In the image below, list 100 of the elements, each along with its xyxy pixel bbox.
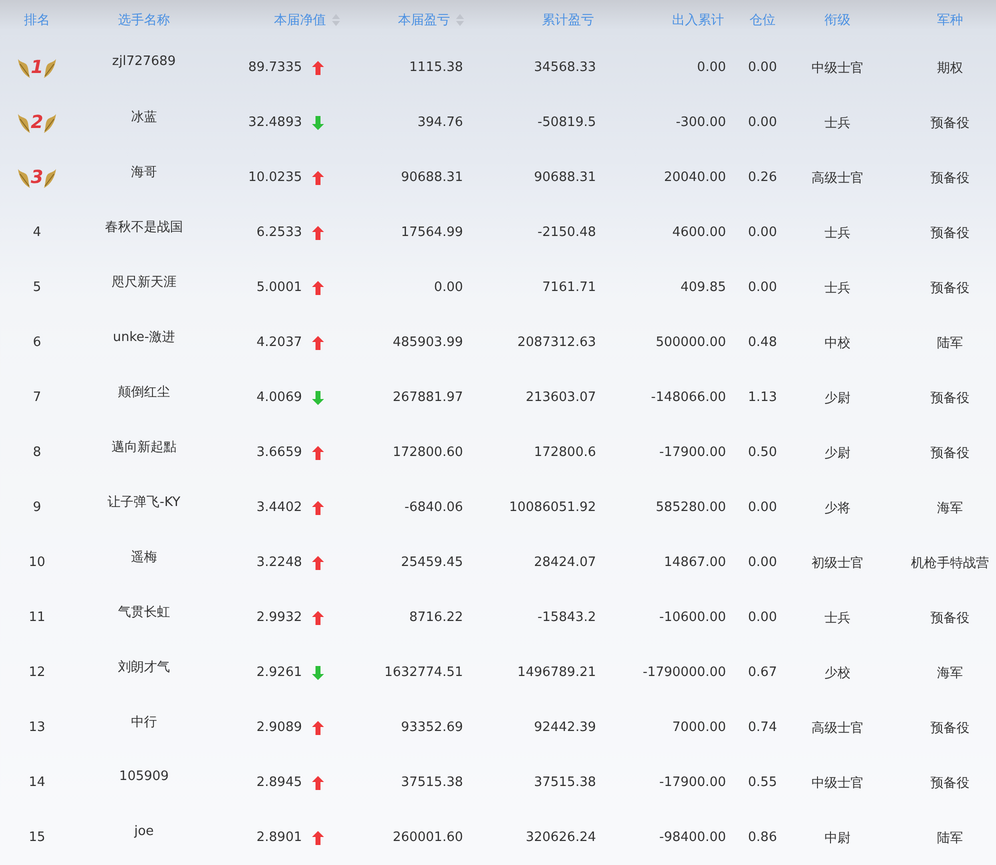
- table-cell: -15843.2: [538, 610, 596, 625]
- column-header[interactable]: 本届盈亏: [398, 11, 450, 29]
- player-name: 刘朗才气: [118, 658, 170, 676]
- player-name: 海哥: [131, 164, 157, 180]
- column-header[interactable]: 本届净值: [274, 11, 326, 29]
- table-cell-text: 预备役: [930, 170, 970, 186]
- table-cell-text: 中尉: [824, 830, 850, 846]
- table-cell: 90688.31: [400, 170, 463, 185]
- column-header: 累计盈亏: [542, 12, 594, 29]
- net-value: 2.9089: [256, 720, 302, 735]
- table-cell: -2150.48: [538, 225, 596, 240]
- table-cell: 0.00: [434, 280, 463, 295]
- net-value: 10.0235: [248, 170, 302, 185]
- table-cell-text: 陆军: [937, 830, 963, 846]
- table-cell: -17900.00: [659, 445, 726, 460]
- table-cell: 10086051.92: [509, 500, 596, 515]
- table-cell: 0.48: [748, 335, 777, 350]
- net-value: 4.2037: [256, 335, 302, 350]
- table-cell-text: 高级士官: [812, 720, 864, 736]
- table-cell-text: 预备役: [930, 390, 970, 406]
- rank-number: 12: [28, 665, 46, 680]
- table-cell-text: 海军: [937, 500, 963, 516]
- player-name: 春秋不是战国: [105, 218, 183, 236]
- net-value: 89.7335: [248, 60, 302, 75]
- table-cell: 0.00: [748, 60, 777, 75]
- table-cell: -1790000.00: [642, 665, 726, 680]
- net-value: 2.9261: [256, 665, 302, 680]
- table-cell: 92442.39: [534, 720, 596, 735]
- table-cell-text: 初级士官: [812, 554, 864, 572]
- table-cell: 320626.24: [526, 830, 596, 845]
- player-name: 冰蓝: [131, 108, 157, 126]
- sort-icon[interactable]: [456, 14, 464, 26]
- table-cell: 90688.31: [534, 170, 596, 185]
- table-cell: 37515.38: [534, 775, 596, 790]
- table-cell: 0.00: [748, 500, 777, 515]
- table-cell: 93352.69: [400, 720, 463, 735]
- table-cell: 17564.99: [400, 225, 463, 240]
- table-cell-text: 高级士官: [812, 170, 864, 186]
- table-cell: 0.00: [697, 60, 726, 75]
- player-name: 气贯长虹: [118, 604, 170, 620]
- table-cell: 14867.00: [664, 555, 726, 570]
- rank-number: 2: [30, 114, 44, 132]
- player-name: 105909: [119, 769, 169, 784]
- column-header: 选手名称: [118, 12, 170, 29]
- column-header: 仓位: [750, 12, 776, 29]
- table-cell: 34568.33: [534, 60, 596, 75]
- net-value: 2.9932: [256, 610, 302, 625]
- player-name: unke-激进: [112, 328, 176, 346]
- table-cell: 8716.22: [409, 610, 463, 625]
- column-header: 军种: [937, 12, 963, 29]
- table-cell-text: 预备役: [930, 774, 970, 792]
- net-value: 2.8901: [256, 830, 302, 845]
- table-cell-text: 中级士官: [812, 774, 864, 792]
- player-name: 邁向新起點: [112, 438, 176, 456]
- table-cell-text: 陆军: [937, 334, 963, 352]
- table-cell: 20040.00: [664, 170, 726, 185]
- table-cell: 0.50: [748, 445, 777, 460]
- table-cell: 0.86: [748, 830, 777, 845]
- table-cell: 28424.07: [534, 555, 596, 570]
- net-value: 3.2248: [256, 555, 302, 570]
- table-cell: 0.00: [748, 115, 777, 130]
- table-cell: 37515.38: [400, 775, 463, 790]
- player-name: 让子弹飞-KY: [108, 494, 180, 510]
- player-name: joe: [134, 824, 154, 839]
- table-cell-text: 士兵: [824, 280, 850, 296]
- table-cell: -10600.00: [659, 610, 726, 625]
- player-name: 中行: [131, 714, 157, 730]
- table-cell: 0.67: [748, 665, 777, 680]
- rank-number: 5: [32, 280, 42, 295]
- table-cell-text: 海军: [937, 664, 963, 682]
- table-cell-text: 期权: [937, 60, 963, 76]
- table-cell: 1115.38: [409, 60, 463, 75]
- table-cell: 7161.71: [542, 280, 596, 295]
- table-cell: -6840.06: [404, 500, 463, 515]
- table-cell: 0.55: [748, 775, 777, 790]
- table-cell-text: 预备役: [930, 720, 970, 736]
- net-value: 2.8945: [256, 775, 302, 790]
- table-cell-text: 预备役: [930, 280, 970, 296]
- table-cell: -300.00: [676, 115, 726, 130]
- player-name: zjl727689: [112, 54, 176, 69]
- table-cell: 0.26: [748, 170, 777, 185]
- rank-number: 14: [28, 775, 46, 790]
- table-cell: 172800.6: [534, 445, 596, 460]
- table-cell: 0.00: [748, 225, 777, 240]
- rank-number: 8: [32, 445, 42, 460]
- table-cell: -50819.5: [538, 115, 596, 130]
- sort-icon[interactable]: [332, 14, 340, 26]
- table-cell-text: 机枪手特战营: [911, 554, 989, 572]
- table-cell: 0.74: [748, 720, 777, 735]
- rank-number: 15: [28, 830, 46, 845]
- rank-number: 9: [32, 500, 42, 515]
- table-cell-text: 中校: [824, 334, 850, 352]
- table-cell: 1632774.51: [384, 665, 463, 680]
- table-cell-text: 士兵: [824, 610, 850, 626]
- rank-number: 4: [32, 225, 42, 240]
- net-value: 32.4893: [248, 115, 302, 130]
- table-cell-text: 中级士官: [812, 60, 864, 76]
- net-value: 6.2533: [256, 225, 302, 240]
- table-cell-text: 预备役: [930, 444, 970, 462]
- column-header: 出入累计: [672, 12, 724, 29]
